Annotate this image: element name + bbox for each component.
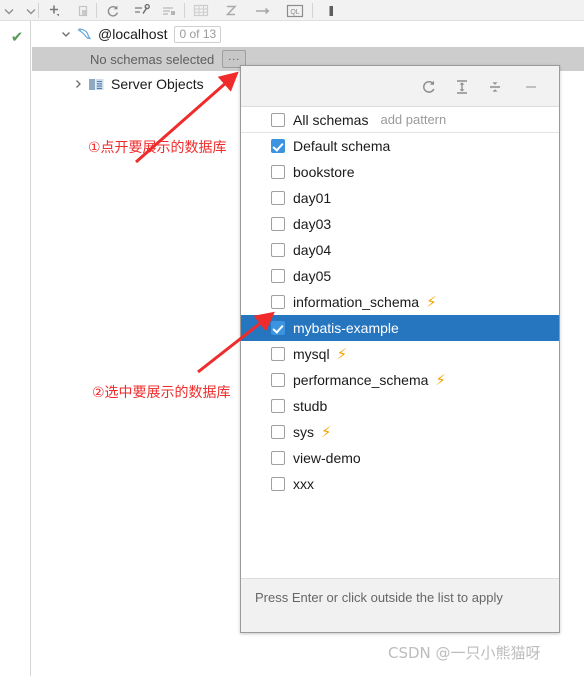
collapse-all-icon[interactable]: [483, 75, 507, 99]
schema-label: performance_schema: [293, 372, 429, 388]
schema-label: day03: [293, 216, 332, 232]
schema-checkbox[interactable]: [271, 425, 285, 439]
schema-list-item[interactable]: day05: [241, 263, 559, 289]
schema-list-item[interactable]: bookstore: [241, 159, 559, 185]
schema-list-item[interactable]: All schemas add pattern: [241, 107, 559, 133]
schema-label: sys: [293, 424, 314, 440]
watermark: CSDN @一只小熊猫呀: [388, 644, 541, 662]
tree-label-server-objects: Server Objects: [111, 76, 204, 92]
system-schema-bolt-icon: ⚡: [321, 423, 332, 441]
schema-label: day01: [293, 190, 332, 206]
schema-list-item[interactable]: sys ⚡: [241, 419, 559, 445]
mysql-dolphin-icon: [76, 26, 93, 43]
schema-count-badge: 0 of 13: [174, 25, 222, 43]
no-schemas-label: No schemas selected: [90, 51, 215, 67]
schema-checkbox[interactable]: [271, 217, 285, 231]
expand-all-icon[interactable]: [450, 75, 474, 99]
jump-to-icon[interactable]: [250, 0, 276, 21]
chevron-right-icon[interactable]: [70, 76, 86, 92]
connection-ok-icon: ✔: [10, 29, 24, 46]
annotation-step-2: ②选中要展示的数据库: [92, 385, 231, 401]
schema-list-item[interactable]: information_schema ⚡: [241, 289, 559, 315]
schema-checkbox[interactable]: [271, 399, 285, 413]
marker-icon[interactable]: [318, 0, 344, 21]
schema-label: bookstore: [293, 164, 355, 180]
system-schema-bolt-icon: ⚡: [336, 345, 348, 363]
schema-label: xxx: [293, 476, 314, 492]
minimize-icon[interactable]: [519, 75, 543, 99]
tree-label-localhost: @localhost: [98, 26, 168, 42]
annotation-step-1: ①点开要展示的数据库: [88, 140, 227, 156]
server-objects-icon: [88, 77, 105, 92]
schema-list-item[interactable]: mysql ⚡: [241, 341, 559, 367]
schema-list-item[interactable]: day03: [241, 211, 559, 237]
schema-checkbox[interactable]: [271, 112, 285, 127]
schema-list-item[interactable]: performance_schema ⚡: [241, 367, 559, 393]
popup-toolbar: [241, 66, 559, 107]
schema-label: mybatis-example: [293, 320, 399, 336]
table-icon[interactable]: [188, 0, 214, 21]
schema-label: Default schema: [293, 138, 391, 154]
refresh-icon[interactable]: [417, 75, 441, 99]
schema-checkbox[interactable]: [271, 477, 285, 491]
schema-list-item[interactable]: Default schema: [241, 133, 559, 159]
schema-label: day05: [293, 268, 332, 284]
toolbar-divider: [184, 3, 185, 18]
schema-list-item[interactable]: day04: [241, 237, 559, 263]
toolbar-divider: [312, 3, 313, 18]
copy-icon[interactable]: [70, 0, 96, 21]
schema-chooser-popup: All schemas add pattern Default schema book…: [240, 65, 560, 633]
schema-label: view-demo: [293, 450, 361, 466]
schema-checkbox[interactable]: [271, 373, 285, 387]
schema-list-item[interactable]: studb: [241, 393, 559, 419]
schema-label: mysql: [293, 346, 330, 362]
schema-checkbox[interactable]: [271, 243, 285, 257]
schema-checkbox[interactable]: [271, 191, 285, 205]
schema-checkbox[interactable]: [271, 321, 285, 335]
schema-checkbox[interactable]: [271, 165, 285, 179]
schema-checkbox[interactable]: [271, 295, 285, 309]
db-tools-icon[interactable]: [128, 0, 154, 21]
schema-label: studb: [293, 398, 328, 414]
popup-hint-text: Press Enter or click outside the list to…: [241, 578, 559, 632]
schema-list-item[interactable]: xxx: [241, 471, 559, 497]
data-editor-icon[interactable]: [156, 0, 182, 21]
schema-checkbox[interactable]: [271, 347, 285, 361]
sort-icon[interactable]: [218, 0, 244, 21]
tree-row-localhost[interactable]: @localhost 0 of 13: [32, 21, 584, 47]
schema-list-item[interactable]: day01: [241, 185, 559, 211]
schema-list[interactable]: All schemas add pattern Default schema book…: [241, 107, 559, 578]
schema-list-item[interactable]: view-demo: [241, 445, 559, 471]
add-icon[interactable]: [42, 0, 68, 21]
refresh-icon[interactable]: [100, 0, 126, 21]
schema-label: All schemas: [293, 111, 369, 128]
system-schema-bolt-icon: ⚡: [435, 371, 446, 389]
schema-list-item[interactable]: mybatis-example: [241, 315, 559, 341]
left-gutter: [0, 21, 31, 676]
toolbar-divider: [96, 3, 97, 18]
svg-text:QL: QL: [290, 9, 299, 16]
chevron-down-icon[interactable]: [58, 26, 74, 42]
sql-console-icon[interactable]: QL: [282, 0, 308, 21]
system-schema-bolt-icon: ⚡: [426, 293, 437, 311]
add-pattern-link[interactable]: add pattern: [380, 112, 446, 127]
chevron-down-icon[interactable]: [18, 0, 44, 21]
schema-label: day04: [293, 242, 332, 258]
main-toolbar: QL: [0, 0, 584, 21]
schema-label: information_schema: [293, 294, 420, 310]
toolbar-divider: [38, 3, 39, 18]
schema-checkbox[interactable]: [271, 139, 285, 153]
schema-checkbox[interactable]: [271, 451, 285, 465]
schema-checkbox[interactable]: [271, 269, 285, 283]
